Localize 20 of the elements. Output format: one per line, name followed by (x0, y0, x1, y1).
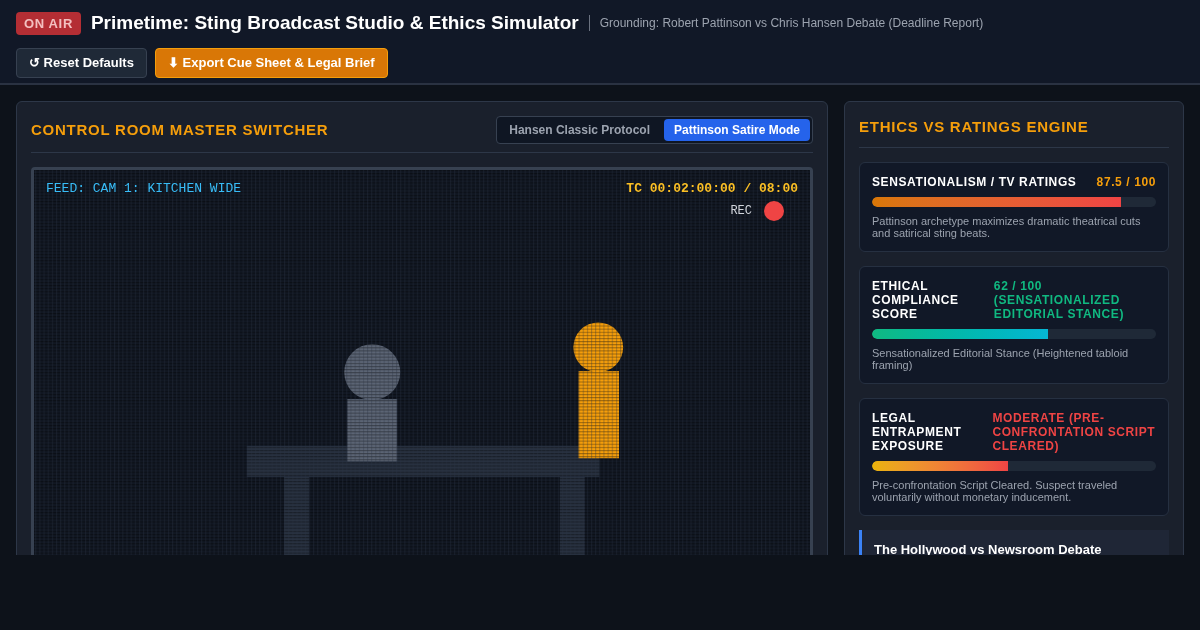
metric-note: Sensationalized Editorial Stance (Heightened tabloid framing) (872, 346, 1130, 371)
panel-title: ETHICS VS RATINGS ENGINE (859, 116, 1169, 148)
metric-value: 87.5 / 100 (1096, 174, 1156, 189)
grounding-text: Grounding: Robert Pattinson vs Chris Hansen Debate (Deadline Report) (599, 15, 984, 33)
feed-label: FEED: CAM 1: KITCHEN WIDE (46, 180, 242, 198)
metric-note: Pre-confrontation Script Cleared. Suspect traveled voluntarily without monetary inducement. (872, 478, 1119, 503)
on-air-badge: ON AIR (16, 11, 81, 35)
metric-note: Pattinson archetype maximizes dramatic theatrical cuts and satirical sting beats. (872, 214, 1142, 239)
rec-label: REC (730, 202, 752, 220)
metric-value: MODERATE (PRE-CONFRONTATION SCRIPT CLEARED) (992, 410, 1156, 453)
metric-label: SENSATIONALISM / TV RATINGS (872, 174, 1077, 189)
metric-label: LEGAL ENTRAPMENT EXPOSURE (872, 410, 963, 453)
reset-button[interactable]: ↺ Reset Defaults (16, 47, 147, 78)
mode-tab[interactable]: Pattinson Satire Mode (663, 119, 810, 141)
mode-tab[interactable]: Hansen Classic Protocol (499, 119, 660, 141)
timecode: TC 00:02:00:00 / 08:00 (626, 180, 798, 198)
metric-value: 62 / 100 (SENSATIONALIZED EDITORIAL STANCE) (993, 278, 1126, 321)
app-title: Primetime: Sting Broadcast Studio & Ethics Simulator (90, 11, 579, 35)
metric-label: ETHICAL COMPLIANCE SCORE (872, 278, 960, 321)
panel-title: CONTROL ROOM MASTER SWITCHER (31, 119, 329, 140)
